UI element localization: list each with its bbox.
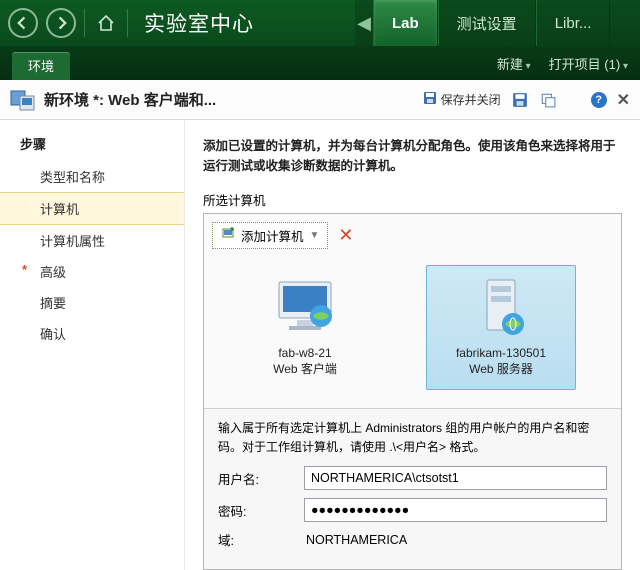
app-title: 实验室中心 (144, 8, 254, 38)
tile-role: Web 客户端 (237, 360, 373, 377)
save-and-close-button[interactable]: 保存并关闭 (423, 91, 501, 108)
username-label: 用户名: (218, 469, 304, 488)
computer-tile-0[interactable]: fab-w8-21Web 客户端 (230, 265, 380, 390)
tabs-scroll-left[interactable]: ◀ (355, 0, 373, 46)
open-items-menu[interactable]: 打开项目 (1) (549, 54, 628, 73)
tab-test-settings[interactable]: 测试设置 (438, 0, 536, 46)
close-editor-button[interactable]: ✕ (617, 90, 630, 110)
domain-value: NORTHAMERICA (304, 533, 407, 547)
copy-button[interactable] (539, 91, 557, 109)
tab-lab[interactable]: Lab (373, 0, 438, 46)
tile-name: fabrikam-130501 (433, 346, 569, 360)
divider (84, 9, 85, 37)
back-button[interactable] (8, 8, 38, 38)
step-3[interactable]: 高级 (0, 256, 184, 287)
add-computer-label: 添加计算机 (241, 226, 304, 245)
server-icon (467, 276, 535, 338)
username-input[interactable] (304, 466, 607, 490)
step-2[interactable]: 计算机属性 (0, 225, 184, 256)
tab-library[interactable]: Libr... (536, 0, 611, 46)
computer-tile-1[interactable]: fabrikam-130501Web 服务器 (426, 265, 576, 390)
home-button[interactable] (93, 10, 119, 36)
save-and-close-label: 保存并关闭 (441, 91, 501, 108)
add-computer-button[interactable]: 添加计算机 ▼ (212, 222, 328, 249)
step-4[interactable]: 摘要 (0, 287, 184, 318)
monitor-icon (271, 276, 339, 338)
page-intro: 添加已设置的计算机，并为每台计算机分配角色。使用该角色来选择将用于运行测试或收集… (203, 136, 622, 176)
selected-computers-label: 所选计算机 (203, 190, 622, 209)
chevron-down-icon: ▼ (310, 230, 320, 241)
add-computer-icon (221, 227, 235, 244)
domain-label: 域: (218, 530, 304, 549)
password-input[interactable] (304, 498, 607, 522)
step-1[interactable]: 计算机 (0, 192, 184, 225)
forward-button[interactable] (46, 8, 76, 38)
steps-heading: 步骤 (0, 134, 184, 161)
password-label: 密码: (218, 501, 304, 520)
subtab-environments[interactable]: 环境 (12, 52, 70, 80)
save-button[interactable] (511, 91, 529, 109)
new-menu[interactable]: 新建 (497, 54, 531, 73)
step-0[interactable]: 类型和名称 (0, 161, 184, 192)
help-button[interactable]: ? (591, 92, 607, 108)
tile-name: fab-w8-21 (237, 346, 373, 360)
document-title: 新环境 *: Web 客户端和... (44, 89, 216, 110)
environment-icon (10, 87, 36, 113)
divider (127, 9, 128, 37)
selected-computers-group: 添加计算机 ▼ ✕ fab-w8-21Web 客户端 fabrikam-13050… (203, 213, 622, 570)
credentials-intro: 输入属于所有选定计算机上 Administrators 组的用户帐户的用户名和密… (218, 419, 607, 456)
delete-computer-button[interactable]: ✕ (338, 225, 353, 246)
save-icon (423, 91, 437, 108)
tile-role: Web 服务器 (433, 360, 569, 377)
step-5[interactable]: 确认 (0, 318, 184, 349)
